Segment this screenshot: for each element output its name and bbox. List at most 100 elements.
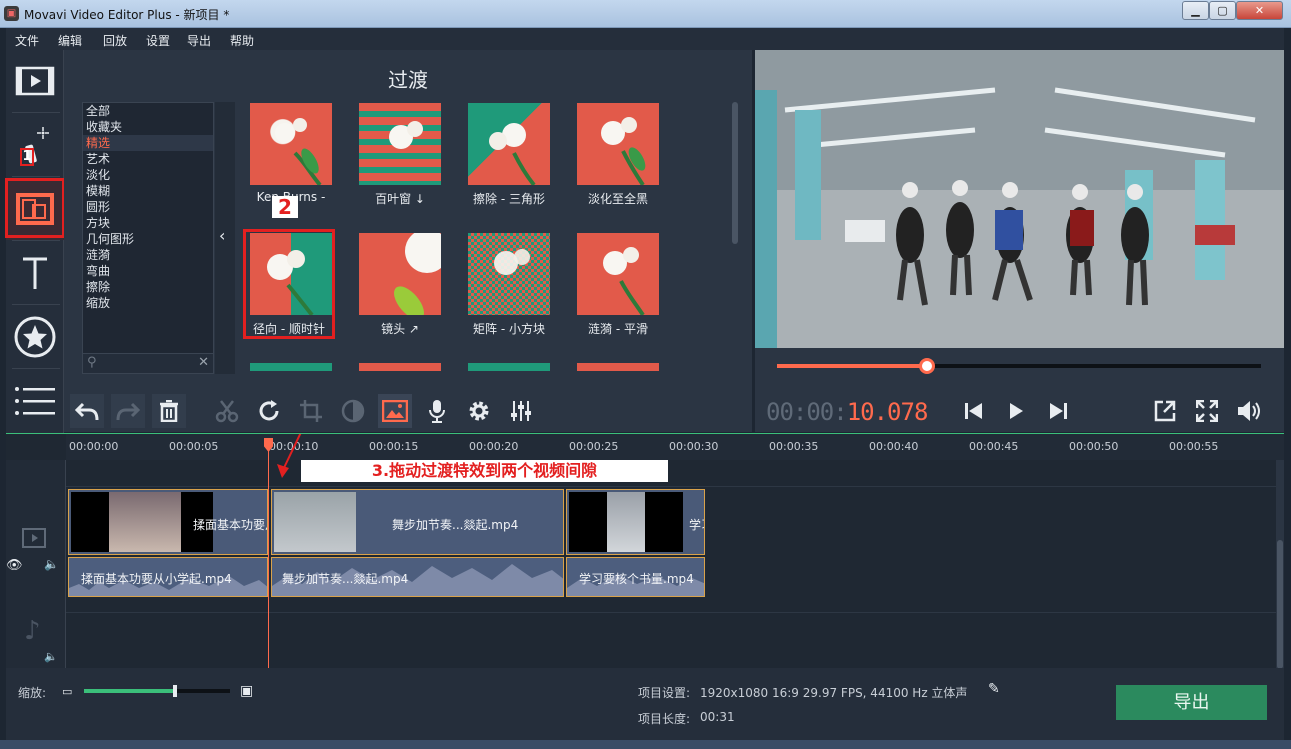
tool-rail: 1: [5, 50, 65, 433]
list-icon: [15, 387, 55, 415]
transition-tile-matrix-small[interactable]: [468, 233, 550, 315]
transition-tile-ken-burns[interactable]: [250, 103, 332, 185]
category-item[interactable]: 全部: [83, 103, 213, 119]
step-2-marker: 2: [272, 196, 298, 218]
redo-button[interactable]: [111, 394, 145, 428]
menu-help[interactable]: 帮助: [230, 32, 254, 49]
panel-title: 过渡: [388, 68, 428, 92]
transitions-panel: 过渡 全部 收藏夹 精选 艺术 淡化 模糊 圆形 方块 几何图形 涟漪 弯曲 擦…: [64, 50, 752, 388]
category-item[interactable]: 擦除: [83, 279, 213, 295]
tile-label: 淡化至全黑: [587, 192, 648, 206]
crop-button[interactable]: [294, 394, 328, 428]
panel-scrollbar[interactable]: [732, 102, 738, 244]
record-voice-button[interactable]: [420, 394, 454, 428]
next-button[interactable]: [1041, 394, 1075, 428]
menu-settings[interactable]: 设置: [146, 32, 170, 49]
category-item-selected[interactable]: 精选: [83, 135, 213, 151]
transitions-highlight: [5, 178, 65, 238]
menu-edit[interactable]: 编辑: [58, 32, 82, 49]
audio-clip[interactable]: 学习要核个书量.mp4: [566, 557, 705, 597]
audio-clip[interactable]: 揉面基本功要从小学起.mp4: [68, 557, 268, 597]
search-icon: ⚲: [87, 355, 97, 370]
minimize-button[interactable]: ▁: [1182, 1, 1209, 20]
fullscreen-button[interactable]: [1190, 394, 1224, 428]
desktop-strip: [0, 740, 1291, 749]
video-clip[interactable]: 舞步加节奏...燚起.mp4: [271, 489, 564, 555]
seek-handle[interactable]: [919, 358, 935, 374]
category-item[interactable]: 涟漪: [83, 247, 213, 263]
color-adjust-button[interactable]: [336, 394, 370, 428]
image-overlay-button[interactable]: [378, 394, 412, 428]
popout-player-button[interactable]: [1148, 394, 1182, 428]
category-item[interactable]: 几何图形: [83, 231, 213, 247]
clip-label: 舞步加节奏...燚起.mp4: [392, 518, 519, 532]
play-button[interactable]: [999, 394, 1033, 428]
category-item[interactable]: 弯曲: [83, 263, 213, 279]
clip-label: 揉面基本功要从: [193, 518, 267, 532]
menu-export[interactable]: 导出: [187, 32, 211, 49]
menu-bar: 文件 编辑 回放 设置 导出 帮助: [6, 28, 1284, 50]
edit-settings-icon[interactable]: ✎: [988, 681, 1000, 697]
category-item[interactable]: 缩放: [83, 295, 213, 311]
trash-icon: [160, 400, 178, 422]
volume-button[interactable]: [1232, 394, 1266, 428]
category-item[interactable]: 圆形: [83, 199, 213, 215]
menu-file[interactable]: 文件: [15, 32, 39, 49]
audio-mixer-button[interactable]: [504, 394, 538, 428]
transition-tile-partial[interactable]: [359, 363, 441, 371]
zoom-slider-handle[interactable]: [173, 685, 177, 697]
category-item[interactable]: 方块: [83, 215, 213, 231]
category-item[interactable]: 模糊: [83, 183, 213, 199]
zoom-out-icon[interactable]: ▭: [62, 685, 72, 698]
clip-label: 学习: [689, 518, 704, 532]
more-tools-button[interactable]: [6, 370, 64, 432]
previous-button[interactable]: [957, 394, 991, 428]
delete-button[interactable]: [152, 394, 186, 428]
rotate-button[interactable]: [252, 394, 286, 428]
filters-button[interactable]: 1: [6, 114, 64, 176]
transition-tile-partial[interactable]: [250, 363, 332, 371]
cut-button[interactable]: [210, 394, 244, 428]
transitions-button[interactable]: [5, 178, 65, 240]
category-search-input[interactable]: ⚲ ✕: [83, 353, 213, 373]
transition-tile-fade-black[interactable]: [577, 103, 659, 185]
clear-search-icon[interactable]: ✕: [198, 355, 209, 370]
audio-clip[interactable]: 舞步加节奏...燚起.mp4: [271, 557, 564, 597]
tile-label: 矩阵 - 小方块: [473, 322, 545, 336]
transition-tile-ripple-smooth[interactable]: [577, 233, 659, 315]
stickers-button[interactable]: [6, 306, 64, 368]
timeline: 00:00:00 00:00:05 00:00:10 00:00:15 00:0…: [6, 433, 1284, 669]
timeline-scrollbar[interactable]: [1276, 460, 1284, 669]
seek-progress: [777, 364, 927, 368]
zoom-label: 缩放:: [18, 686, 47, 700]
undo-button[interactable]: [70, 394, 104, 428]
maximize-button[interactable]: ▢: [1209, 1, 1236, 20]
microphone-icon: [429, 400, 445, 423]
transition-tile-wipe-triangle[interactable]: [468, 103, 550, 185]
titles-button[interactable]: [6, 242, 64, 304]
video-clip[interactable]: 揉面基本功要从: [68, 489, 268, 555]
clip-settings-button[interactable]: [462, 394, 496, 428]
text-icon: [23, 257, 47, 289]
zoom-in-icon[interactable]: ▣: [240, 683, 253, 699]
category-item[interactable]: 艺术: [83, 151, 213, 167]
playhead[interactable]: [268, 438, 269, 669]
bottom-bar: 缩放: ▭ ▣ 项目设置: 1920x1080 16:9 29.97 FPS, …: [6, 668, 1284, 740]
fullscreen-icon: [1196, 400, 1218, 422]
import-media-button[interactable]: [6, 50, 64, 112]
transition-tile-blinds[interactable]: [359, 103, 441, 185]
play-icon: [1010, 403, 1023, 419]
video-clip[interactable]: 学习: [566, 489, 705, 555]
playback-bar: 00:00:10.078: [755, 388, 1284, 432]
window-title: Movavi Video Editor Plus - 新项目 *: [24, 8, 230, 22]
export-button[interactable]: 导出: [1116, 685, 1267, 720]
menu-playback[interactable]: 回放: [103, 32, 127, 49]
category-item[interactable]: 淡化: [83, 167, 213, 183]
transition-tile-lens[interactable]: [359, 233, 441, 315]
close-button[interactable]: ✕: [1236, 1, 1283, 20]
project-length-label: 项目长度:: [638, 712, 691, 726]
transition-tile-partial[interactable]: [577, 363, 659, 371]
category-item[interactable]: 收藏夹: [83, 119, 213, 135]
transition-tile-partial[interactable]: [468, 363, 550, 371]
project-settings-value: 1920x1080 16:9 29.97 FPS, 44100 Hz 立体声: [700, 686, 968, 700]
